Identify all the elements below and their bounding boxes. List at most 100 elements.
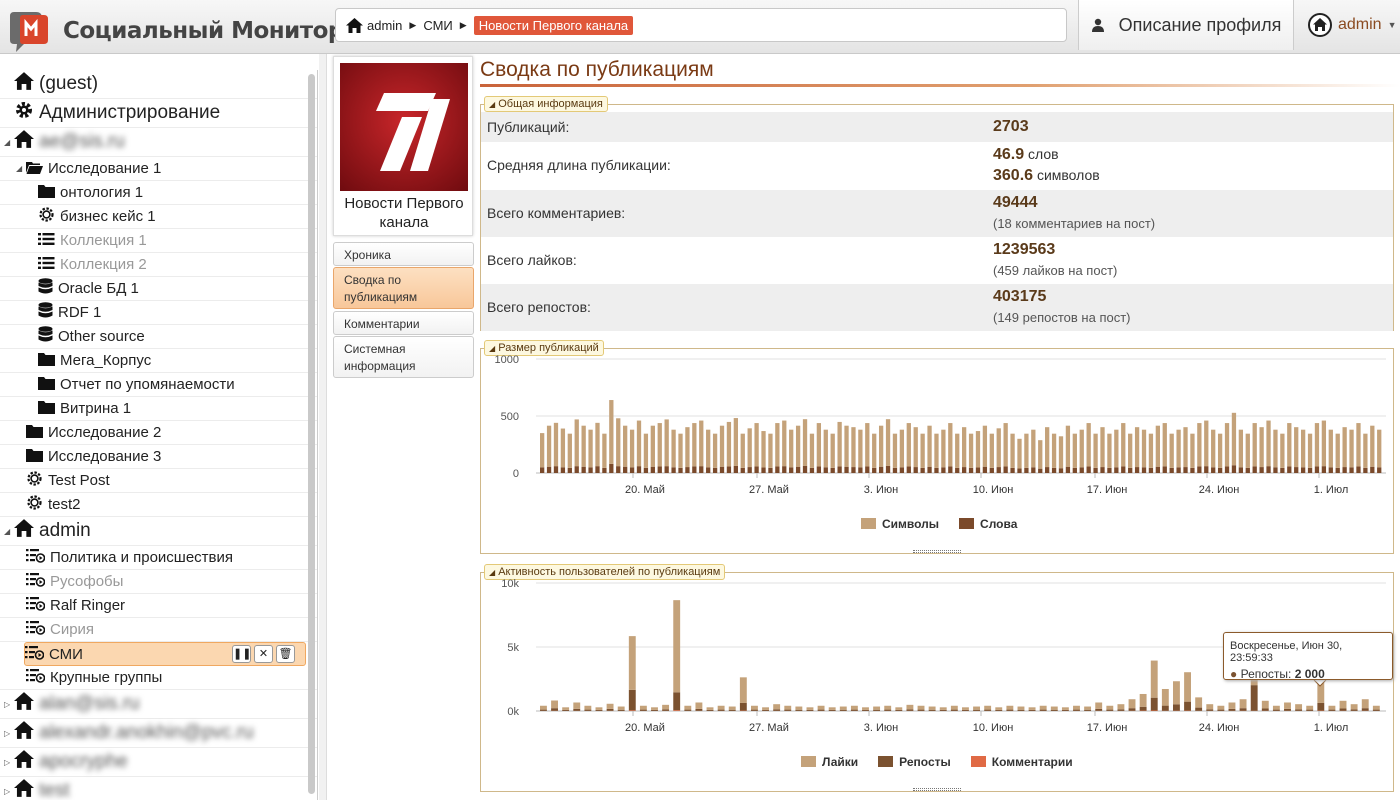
bar-0[interactable]: [816, 423, 822, 467]
sidebar-item[interactable]: Мега_Корпус: [0, 349, 317, 373]
sidebar-item[interactable]: ▷ test: [0, 777, 317, 800]
bar-0[interactable]: [817, 705, 825, 710]
bar-1[interactable]: [1173, 704, 1180, 711]
bar-1[interactable]: [920, 467, 925, 473]
bar-1[interactable]: [1217, 709, 1225, 711]
bar-0[interactable]: [1148, 433, 1154, 468]
bar-0[interactable]: [1114, 429, 1119, 468]
bar-1[interactable]: [775, 466, 780, 473]
bar-0[interactable]: [968, 433, 974, 468]
bar-0[interactable]: [1093, 433, 1098, 468]
bar-1[interactable]: [973, 709, 980, 711]
sidebar-item[interactable]: СМИ ❚❚ ✕ 🗑: [24, 642, 306, 666]
bar-1[interactable]: [862, 709, 869, 711]
bar-0[interactable]: [1342, 427, 1347, 468]
bar-0[interactable]: [540, 433, 545, 468]
sidebar-item[interactable]: Ralf Ringer: [0, 594, 317, 618]
bar-0[interactable]: [629, 429, 635, 468]
bar-0[interactable]: [1339, 700, 1347, 709]
bar-1[interactable]: [1148, 467, 1154, 473]
bar-0[interactable]: [927, 425, 932, 467]
bar-0[interactable]: [761, 431, 766, 468]
resize-grip[interactable]: [913, 788, 961, 791]
bar-0[interactable]: [751, 705, 758, 710]
bar-1[interactable]: [878, 466, 884, 473]
bar-1[interactable]: [617, 709, 625, 711]
bar-1[interactable]: [975, 467, 981, 473]
bar-0[interactable]: [1195, 697, 1203, 708]
bar-1[interactable]: [1106, 709, 1114, 711]
sidebar-item[interactable]: бизнес кейс 1: [0, 205, 317, 229]
bar-1[interactable]: [1010, 467, 1015, 473]
bar-1[interactable]: [1363, 467, 1368, 473]
bar-1[interactable]: [567, 467, 572, 473]
bar-0[interactable]: [996, 428, 1001, 468]
bar-0[interactable]: [1197, 423, 1202, 467]
collapse-arrow-icon[interactable]: ▷: [4, 700, 10, 709]
bar-0[interactable]: [1155, 425, 1160, 467]
bar-0[interactable]: [982, 425, 988, 467]
bar-1[interactable]: [553, 466, 559, 473]
bar-0[interactable]: [1252, 423, 1257, 467]
bar-0[interactable]: [595, 707, 603, 710]
bar-0[interactable]: [984, 705, 992, 710]
bar-1[interactable]: [1228, 708, 1236, 711]
bar-1[interactable]: [1217, 467, 1223, 473]
bar-1[interactable]: [651, 709, 658, 711]
bar-0[interactable]: [973, 706, 980, 710]
bar-0[interactable]: [775, 423, 780, 467]
bar-0[interactable]: [809, 433, 815, 468]
bar-1[interactable]: [1084, 709, 1092, 711]
bar-1[interactable]: [1183, 467, 1188, 473]
sidebar-item[interactable]: Витрина 1: [0, 397, 317, 421]
bar-1[interactable]: [1003, 466, 1008, 473]
bar-1[interactable]: [664, 466, 669, 473]
bar-1[interactable]: [1107, 467, 1112, 473]
bar-1[interactable]: [1314, 466, 1320, 473]
expand-arrow-icon[interactable]: ◢: [4, 527, 10, 536]
bar-1[interactable]: [1300, 467, 1306, 473]
bar-1[interactable]: [1349, 467, 1354, 473]
bar-0[interactable]: [851, 427, 856, 468]
bar-2[interactable]: [628, 710, 636, 711]
bar-0[interactable]: [719, 425, 725, 467]
bar-1[interactable]: [1335, 467, 1340, 473]
bar-0[interactable]: [784, 705, 792, 710]
bar-0[interactable]: [546, 425, 552, 467]
legend-item-chars[interactable]: Символы: [861, 517, 939, 531]
bar-1[interactable]: [602, 467, 607, 473]
bar-1[interactable]: [1195, 707, 1203, 711]
bar-0[interactable]: [795, 425, 801, 467]
bar-0[interactable]: [1349, 429, 1354, 468]
bar-0[interactable]: [962, 427, 967, 468]
bar-0[interactable]: [1224, 423, 1230, 467]
bar-0[interactable]: [573, 702, 581, 709]
sidebar-item[interactable]: онтология 1: [0, 181, 317, 205]
bar-1[interactable]: [1204, 466, 1209, 473]
bar-0[interactable]: [1300, 429, 1306, 468]
bar-1[interactable]: [941, 467, 946, 473]
bar-1[interactable]: [989, 467, 994, 473]
bar-0[interactable]: [1173, 681, 1180, 705]
bar-0[interactable]: [892, 433, 898, 468]
bar-0[interactable]: [699, 420, 704, 467]
bar-1[interactable]: [1045, 467, 1050, 473]
bar-0[interactable]: [636, 420, 642, 467]
bar-1[interactable]: [1321, 466, 1327, 473]
bar-0[interactable]: [588, 429, 593, 468]
bar-0[interactable]: [884, 705, 892, 710]
bar-0[interactable]: [1363, 433, 1368, 468]
bar-0[interactable]: [858, 429, 863, 468]
bar-1[interactable]: [913, 467, 918, 473]
bar-0[interactable]: [1370, 425, 1375, 467]
bar-0[interactable]: [1307, 433, 1313, 468]
bar-1[interactable]: [616, 466, 621, 473]
bar-0[interactable]: [740, 433, 745, 468]
bar-1[interactable]: [795, 709, 803, 711]
bar-0[interactable]: [1211, 429, 1216, 468]
bar-1[interactable]: [1370, 466, 1375, 473]
bar-1[interactable]: [762, 709, 769, 711]
bar-0[interactable]: [1328, 429, 1333, 468]
bar-0[interactable]: [609, 400, 614, 464]
sidebar-item[interactable]: ▷ apocryphe: [0, 748, 317, 777]
